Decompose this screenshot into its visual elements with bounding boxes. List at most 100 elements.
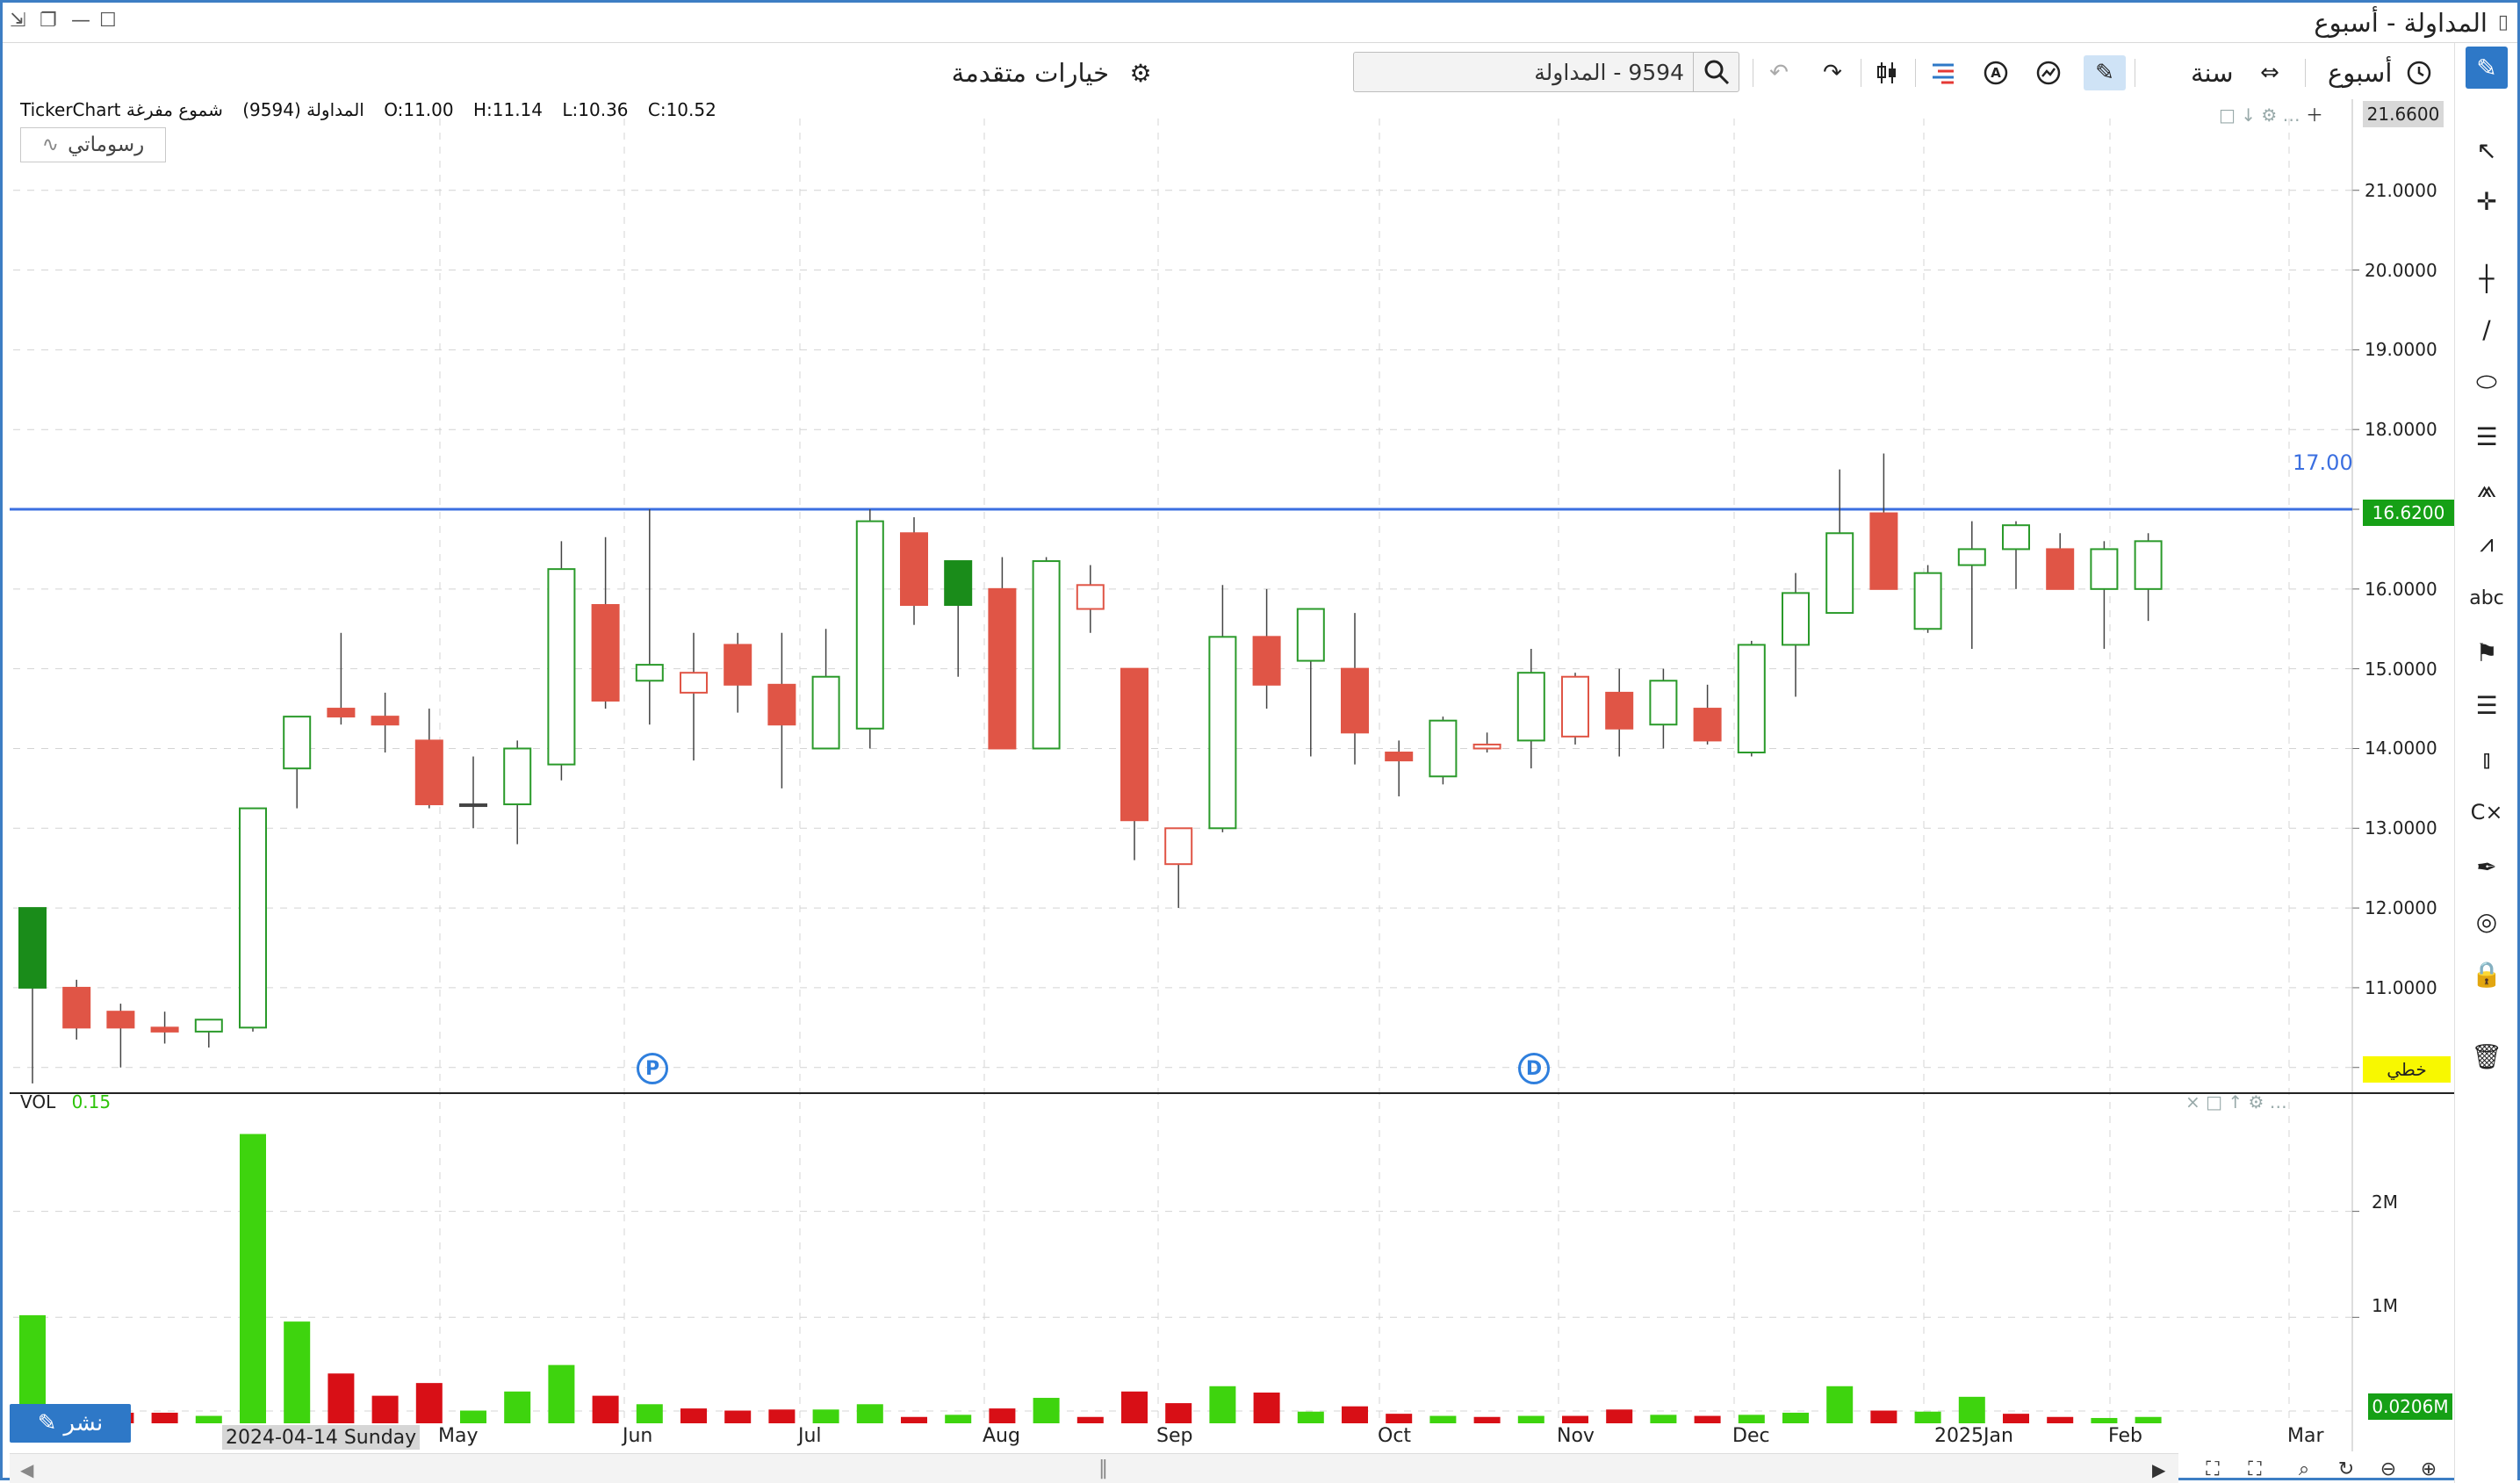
trend-line-circle-icon[interactable] [2031,55,2066,90]
pattern-tool-icon[interactable]: ⩕ [2466,468,2508,510]
period-selector[interactable]: أسبوع [2328,54,2392,92]
candle[interactable] [1252,588,1281,709]
candle[interactable] [1120,667,1148,860]
candle[interactable] [811,629,840,750]
volume-pane-tools[interactable]: × □ ↑ ⚙ … [2185,1091,2287,1112]
candle[interactable] [767,632,796,788]
maximize-icon[interactable]: ☐ [99,10,117,32]
price-chart[interactable] [10,99,2454,1483]
ellipse-tool-icon[interactable]: ⬭ [2466,361,2508,403]
pencil-icon[interactable]: ✎ [2466,47,2508,89]
candle[interactable] [1913,565,1942,633]
clock-icon[interactable] [2401,55,2437,90]
scroll-left-icon[interactable]: ◀ [20,1459,33,1480]
candle[interactable] [1693,684,1722,745]
alert-a-icon[interactable]: A [1978,55,2013,90]
hide-eye-icon[interactable]: ◎ [2466,900,2508,942]
zoom-area-icon[interactable]: ⌕ [2289,1458,2319,1480]
candle[interactable] [1341,613,1369,765]
settings-gear-icon[interactable]: ⚙ [1123,55,1158,90]
chart-area[interactable]: TickerChart المداولة (9594) شموع مفرغة O… [10,99,2454,1483]
reset-zoom-icon[interactable]: ⛶ [2240,1458,2270,1480]
symbol-search-field[interactable]: 9594 - المداولة [1353,52,1739,92]
brush-icon[interactable]: ✒ [2466,846,2508,888]
range-link-icon[interactable]: ⇔ [2252,55,2287,90]
candle[interactable] [283,716,312,809]
candle[interactable] [1649,668,1678,749]
candle[interactable] [1164,827,1193,909]
text-tool-icon[interactable]: abc [2466,577,2508,619]
scroll-thumb-grip[interactable]: ‖ [1098,1458,1108,1479]
candle[interactable] [414,709,443,809]
candle[interactable] [900,517,928,625]
zoom-out-icon[interactable]: ⊖ [2373,1458,2403,1480]
candle[interactable] [2046,533,2075,590]
candle[interactable] [724,632,752,713]
indicators-icon[interactable] [1926,55,1961,90]
cross-cursor-icon[interactable]: ┼ [2466,257,2508,299]
candle[interactable] [62,979,91,1040]
candle[interactable] [18,907,47,1083]
clear-x-icon[interactable]: C× [2466,791,2508,833]
candle[interactable] [1561,673,1589,745]
candle[interactable] [1208,585,1237,832]
candle[interactable] [1605,668,1634,757]
candle[interactable] [371,692,400,753]
candle[interactable] [635,509,664,725]
candle[interactable] [680,632,708,761]
trash-icon[interactable]: 🗑 [2466,1035,2508,1077]
search-button[interactable] [1693,53,1739,91]
linear-scale-badge[interactable]: خطي [2363,1056,2451,1083]
candle[interactable] [1516,648,1545,769]
zigzag-tool-icon[interactable]: ⩘ [2466,522,2508,565]
scroll-right-icon[interactable]: ▶ [2152,1459,2165,1480]
minimize-icon[interactable]: — [71,10,90,32]
ruler-icon[interactable]: ⫾ [2466,738,2508,781]
candle[interactable] [194,1019,223,1048]
chart-type-candles-icon[interactable] [1869,55,1904,90]
candle[interactable] [2002,521,2030,589]
range-selector[interactable]: سنة [2191,54,2234,92]
candle[interactable] [988,557,1017,750]
publish-button[interactable]: نشر ✎ [10,1404,131,1443]
restore-down-icon[interactable]: ❐ [40,10,57,32]
redo-icon[interactable]: ↷ [1815,55,1850,90]
advanced-options-button[interactable]: خيارات متقدمة [952,54,1109,92]
candle[interactable] [327,632,356,725]
zoom-in-icon[interactable]: ⊕ [2414,1458,2444,1480]
candle[interactable] [1825,469,1854,615]
zoom-reset-icon[interactable]: ↻ [2331,1458,2361,1480]
candle[interactable] [1737,640,1766,757]
candle[interactable] [944,560,973,677]
candle[interactable] [2134,533,2163,622]
undo-icon[interactable]: ↶ [1761,55,1796,90]
lock-icon[interactable]: 🔒 [2466,953,2508,995]
marker-d[interactable]: D [1518,1053,1550,1084]
candle[interactable] [1869,453,1898,590]
candle[interactable] [591,536,620,709]
drawing-mode-icon[interactable]: ✎ [2084,55,2126,90]
candle[interactable] [1076,565,1105,633]
candle[interactable] [459,756,487,829]
flag-icon[interactable]: ⚑ [2466,631,2508,673]
candle[interactable] [1472,732,1501,753]
candle[interactable] [855,509,884,749]
candle[interactable] [1296,608,1325,757]
candle[interactable] [1032,557,1061,750]
restore-icon[interactable]: ⇲ [10,10,25,32]
fit-screen-icon[interactable]: ⛶ [2198,1458,2228,1480]
candle[interactable] [2090,541,2119,649]
measure-tool-icon[interactable]: ☰ [2466,684,2508,726]
price-pane-tools[interactable]: □ ↓ ⚙ … ＋ [2219,101,2323,126]
candle[interactable] [1429,716,1458,785]
candle[interactable] [1782,572,1810,697]
marker-p[interactable]: P [637,1053,668,1084]
window-menu-icon[interactable]: ▯ [2498,11,2509,33]
crosshair-icon[interactable]: ✛ [2466,180,2508,222]
candle[interactable] [1957,521,1986,649]
candle[interactable] [547,541,576,781]
horizontal-scrollbar[interactable]: ◀ ‖ ▶ [10,1453,2178,1483]
pointer-arrow-icon[interactable]: ↖ [2466,129,2508,171]
line-tool-icon[interactable]: ∕ [2466,308,2508,350]
candle[interactable] [106,1004,135,1068]
